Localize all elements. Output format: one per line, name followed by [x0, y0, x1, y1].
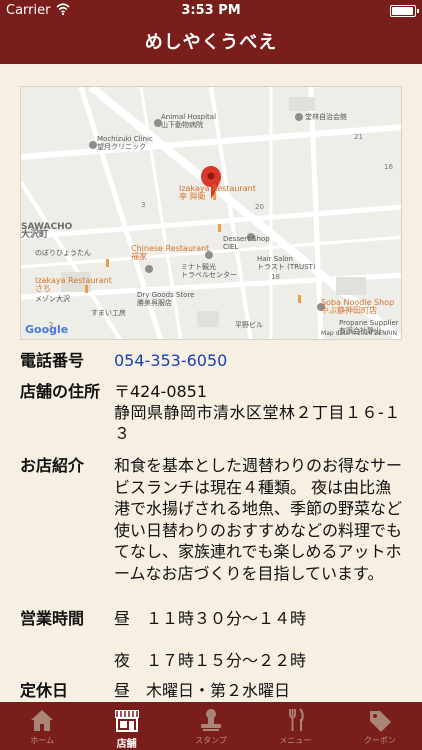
hours-dinner: 夜 １７時１５分～２２時: [114, 651, 307, 670]
battery-icon: [390, 5, 419, 17]
hours-label: 営業時間: [20, 609, 85, 628]
map-label-sumai: すまい工房: [91, 309, 126, 317]
closed-row: 定休日 昼 木曜日・第２水曜日: [20, 680, 402, 702]
hours-row: 営業時間 昼 １１時３０分～１４時 夜 １７時１５分～２２時: [20, 608, 402, 672]
page-title: めしやくうべえ: [144, 32, 278, 53]
tab-home-label: ホーム: [30, 736, 55, 745]
intro-label: お店紹介: [20, 456, 85, 475]
map-attribution: Map data ©2016 ZENRIN: [321, 330, 397, 337]
hours-value: 昼 １１時３０分～１４時 夜 １７時１５分～２２時: [114, 608, 402, 671]
stamp-icon: [201, 709, 222, 731]
svg-text:16: 16: [384, 163, 393, 171]
phone-link[interactable]: 054-353-6050: [114, 350, 402, 371]
map-label-travel: ミナト観光 トラベルセンター: [181, 263, 237, 279]
battery-level: [392, 7, 413, 15]
svg-text:18: 18: [271, 273, 280, 281]
map-label-dessert: Dessert Shop CIEL: [223, 235, 270, 251]
address-value: 〒424-0851 静岡県静岡市清水区堂林２丁目１６-１３: [114, 381, 402, 444]
tab-bar: ホーム 店舗 スタンプ メニュー クーポン: [0, 702, 422, 750]
tab-stamp-label: スタンプ: [195, 736, 227, 745]
map-label-hair: Hair Salon トラスト (TRUST): [257, 255, 316, 271]
map-label-mochizuki: Mochizuki Clinic 望月クリニック: [97, 135, 153, 151]
svg-text:21: 21: [354, 133, 363, 141]
home-icon: [31, 710, 54, 731]
map-label-animal-hospital: Animal Hospital 山下動物病院: [161, 113, 217, 129]
store-map[interactable]: 3 20 18 21 16 2 Animal Hospital 山下動物病院 堂…: [20, 86, 402, 340]
postal-code: 〒424-0851: [114, 382, 208, 401]
map-label-sawacho: SAWACHO 大沢町: [21, 222, 73, 240]
shop-icon: [114, 710, 139, 732]
tab-menu[interactable]: メニュー: [253, 702, 337, 750]
tab-shop-label: 店舗: [116, 739, 137, 750]
address-row: 店舗の住所 〒424-0851 静岡県静岡市清水区堂林２丁目１６-１３: [20, 381, 402, 445]
address-text: 静岡県静岡市清水区堂林２丁目１６-１３: [114, 403, 401, 443]
status-bar: Carrier 3:53 PM: [0, 0, 422, 22]
navigation-bar: Carrier 3:53 PM めしやくうべえ: [0, 0, 422, 64]
map-label-drygoods: Dry Goods Store 勝美呉服店: [137, 291, 195, 307]
tab-home[interactable]: ホーム: [0, 702, 84, 750]
tab-shop[interactable]: 店舗: [84, 702, 168, 750]
map-label-chinese: Chinese Restaurant 福家: [131, 244, 210, 261]
map-label-soba: Soba Noodle Shop やぶ静神田町店: [321, 298, 395, 315]
phone-label: 電話番号: [20, 351, 85, 370]
map-label-dojo: 堂林自治会館: [305, 113, 347, 121]
address-label: 店舗の住所: [20, 382, 101, 401]
google-logo: Google: [25, 323, 69, 336]
tab-coupon[interactable]: クーポン: [338, 702, 422, 750]
map-label-menson: メゾン大沢: [35, 295, 70, 303]
tab-coupon-label: クーポン: [363, 736, 396, 745]
tab-menu-label: メニュー: [279, 736, 312, 745]
intro-text: 和食を基本とした週替わりのお得なサービスランチは現在４種類。 夜は由比漁港で水揚…: [114, 456, 403, 583]
coupon-icon: [369, 711, 391, 732]
svg-text:20: 20: [255, 203, 264, 211]
map-label-nobori: のぼりひょうたん: [35, 249, 91, 257]
closed-label: 定休日: [20, 681, 69, 700]
map-label-izakaya: Izakaya Restaurant 亭 與衛: [179, 184, 256, 201]
map-label-izakaya-sachi: Izakaya Restaurant さち: [35, 276, 112, 293]
tab-stamp[interactable]: スタンプ: [169, 702, 253, 750]
phone-row: 電話番号 054-353-6050: [20, 350, 402, 372]
clock: 3:53 PM: [181, 3, 241, 18]
map-label-hirano: 平野ビル: [235, 321, 263, 329]
menu-icon: [289, 708, 305, 731]
hours-lunch: 昼 １１時３０分～１４時: [114, 609, 307, 628]
closed-value: 昼 木曜日・第２水曜日: [114, 681, 291, 700]
intro-row: お店紹介 和食を基本とした週替わりのお得なサービスランチは現在４種類。 夜は由比…: [20, 455, 402, 605]
svg-text:3: 3: [141, 201, 145, 209]
